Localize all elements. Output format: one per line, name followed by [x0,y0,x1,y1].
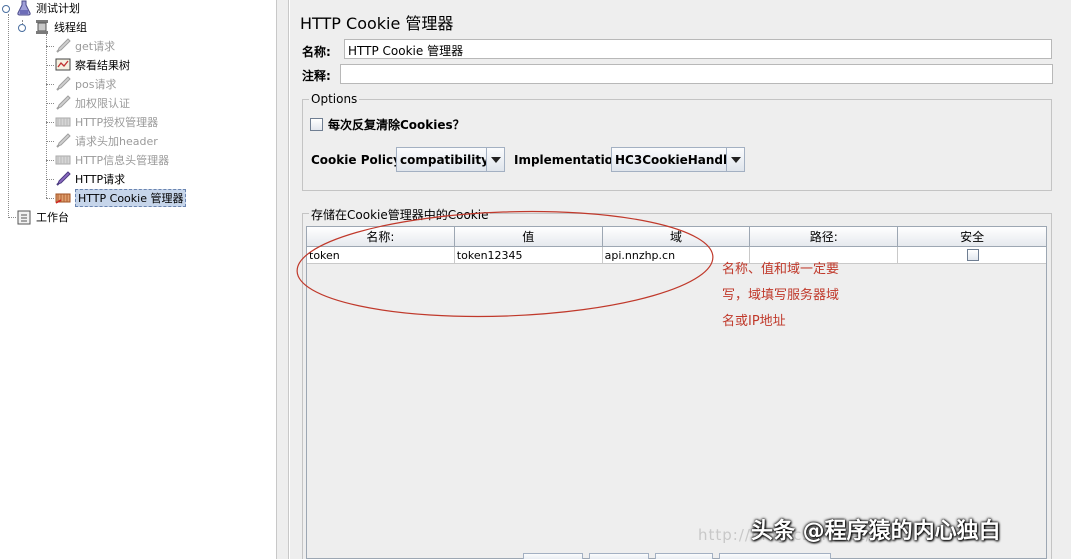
implementation-select[interactable]: HC3CookieHandler [611,147,745,172]
cookie-policy-value: compatibility [400,152,486,167]
annotation-note: 名称、值和域一定要 写，域填写服务器域 名或IP地址 [722,257,872,335]
name-field[interactable]: HTTP Cookie 管理器 [344,39,1052,59]
pipette-icon [55,171,71,187]
clear-cookies-label: 每次反复清除Cookies？ [328,118,465,132]
flask-icon [16,0,32,16]
comment-label: 注释: [302,69,331,83]
tree-item-auth-request[interactable]: 加权限认证 [55,94,130,112]
annotation-line: 名或IP地址 [722,314,786,329]
chevron-down-icon[interactable] [726,148,744,171]
column-header-path[interactable]: 路径: [750,227,899,247]
pane-splitter[interactable] [276,0,289,559]
delete-button[interactable] [589,553,649,559]
table-row[interactable]: token token12345 api.nnzhp.cn [307,247,1046,264]
secure-checkbox[interactable] [967,249,980,261]
tree-item-header-request[interactable]: 请求头加header [55,132,158,150]
load-button[interactable] [655,553,713,559]
clear-cookies-checkbox[interactable] [310,118,323,131]
cookie-manager-panel: HTTP Cookie 管理器 名称: HTTP Cookie 管理器 注释: … [290,0,1071,559]
cookie-name-cell[interactable]: token [307,247,455,264]
cookie-value-cell[interactable]: token12345 [454,247,603,264]
tree-item-test-plan[interactable]: 测试计划 [16,0,80,17]
tree-item-pos-request[interactable]: pos请求 [55,75,116,93]
table-header: 名称: 值 域 路径: 安全 [307,227,1046,247]
pipette-icon [55,38,71,54]
cookie-secure-cell[interactable] [898,247,1046,264]
spool-icon [34,19,50,35]
tree-item-get-request[interactable]: get请求 [55,37,115,55]
options-group: Options 每次反复清除Cookies？ Cookie Policy: co… [302,92,1052,191]
tree-item-http-auth-manager[interactable]: HTTP授权管理器 [55,113,158,131]
save-button[interactable] [719,553,831,559]
config-icon [55,114,71,130]
config-icon [55,190,71,206]
column-header-name[interactable]: 名称: [307,227,455,247]
expand-handle[interactable] [2,5,10,13]
page-title: HTTP Cookie 管理器 [300,14,454,33]
tree-item-http-request[interactable]: HTTP请求 [55,170,125,188]
tree-item-label: 线程组 [54,21,87,34]
pipette-icon [55,76,71,92]
tree-item-thread-group[interactable]: 线程组 [34,18,87,36]
implementation-label: Implementation: [514,153,627,167]
test-plan-tree[interactable]: 测试计划 线程组 get请求 察看结果树 pos请求 加权限认证 HTTP授权管… [0,0,276,559]
cookie-policy-select[interactable]: compatibility [396,147,505,172]
tree-item-http-cookie-manager[interactable]: HTTP Cookie 管理器 [55,189,187,207]
implementation-value: HC3CookieHandler [615,152,726,167]
chevron-down-icon[interactable] [486,148,504,171]
tree-item-http-header-manager[interactable]: HTTP信息头管理器 [55,151,169,169]
column-header-domain[interactable]: 域 [602,227,751,247]
monitor-icon [55,57,71,73]
annotation-line: 写，域填写服务器域 [722,288,840,303]
tree-item-label: 加权限认证 [75,97,130,110]
tree-item-label: 测试计划 [36,2,80,15]
tree-item-label: 请求头加header [75,135,158,148]
clipboard-icon [16,209,32,225]
tree-item-label: HTTP授权管理器 [75,116,159,129]
comment-field[interactable] [340,64,1053,84]
column-header-value[interactable]: 值 [454,227,603,247]
tree-item-label: HTTP信息头管理器 [75,154,170,167]
name-label: 名称: [302,45,331,59]
tree-item-view-results-tree[interactable]: 察看结果树 [55,56,130,74]
tree-item-label: 工作台 [36,211,69,224]
cookies-legend: 存储在Cookie管理器中的Cookie [309,206,491,223]
cookie-table[interactable]: 名称: 值 域 路径: 安全 token token12345 api.nnzh… [306,226,1047,559]
pipette-icon [55,95,71,111]
column-header-secure[interactable]: 安全 [898,227,1046,247]
expand-handle[interactable] [18,24,26,32]
annotation-line: 名称、值和域一定要 [722,262,840,277]
tree-item-label: HTTP请求 [75,173,126,186]
tree-item-label: pos请求 [75,78,117,91]
tree-item-label: HTTP Cookie 管理器 [75,189,187,207]
options-legend: Options [309,92,360,106]
pipette-icon [55,133,71,149]
tree-item-label: get请求 [75,40,116,53]
watermark: 头条 @程序猿的内心独白 [751,519,1001,544]
config-icon [55,152,71,168]
cookie-policy-label: Cookie Policy: [311,153,406,167]
tree-item-label: 察看结果树 [75,59,130,72]
tree-item-workbench[interactable]: 工作台 [16,208,69,226]
add-button[interactable] [523,553,583,559]
